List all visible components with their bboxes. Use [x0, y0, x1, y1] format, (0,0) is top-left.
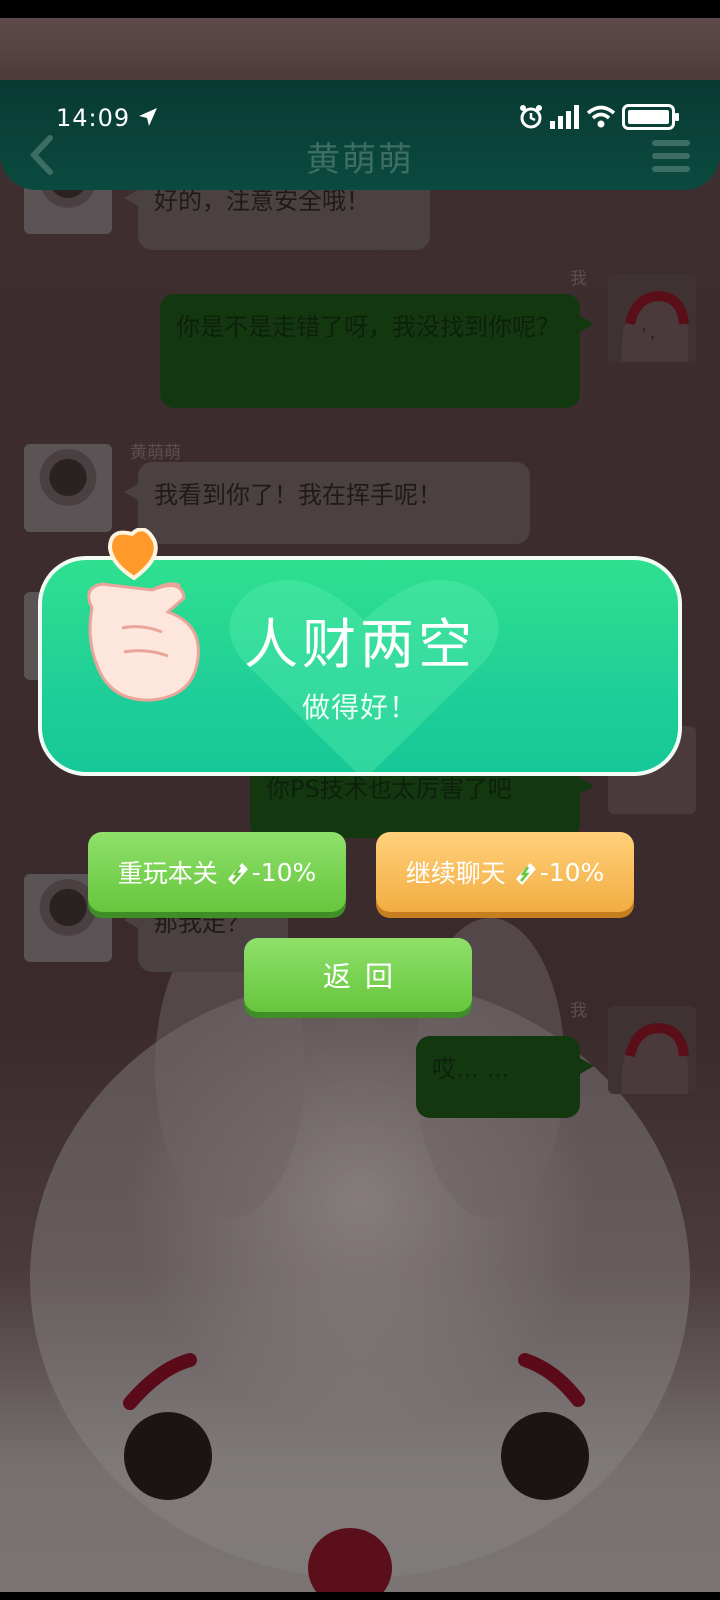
sender-name: 黄萌萌: [130, 443, 181, 463]
game-screen: 好的，注意安全哦！ 我 ' , 你是不是走错了呀，我没找到你呢？ 黄萌萌 我看到…: [0, 18, 720, 1592]
return-label: 返回: [322, 960, 407, 993]
signal-icon: [550, 105, 579, 129]
replay-cost: -10%: [251, 857, 317, 887]
cartoon-avatar-icon: [608, 1006, 696, 1094]
page-title: 黄萌萌: [306, 140, 414, 180]
message-bubble: 哎... ...: [416, 1036, 594, 1118]
app-header: 14:09 黄萌萌: [0, 80, 720, 190]
status-icons: [518, 102, 680, 132]
svg-text:' ,: ' ,: [642, 326, 655, 342]
continue-chat-button[interactable]: 继续聊天 -10%: [376, 832, 634, 912]
replay-label: 重玩本关: [117, 859, 218, 888]
sender-name: 我: [570, 1001, 587, 1021]
sender-name: 我: [570, 269, 587, 289]
continue-cost: -10%: [539, 857, 605, 887]
battery-icon: [622, 104, 679, 130]
wifi-icon: [586, 105, 616, 128]
return-button[interactable]: 返回: [244, 938, 472, 1012]
alarm-icon: [520, 105, 542, 129]
energy-ticket-icon: [515, 863, 536, 885]
continue-label: 继续聊天: [405, 859, 506, 888]
finger-heart-hand-icon: [87, 528, 200, 702]
location-arrow-icon: [139, 108, 157, 126]
message-bubble: 你是不是走错了呀，我没找到你呢？: [160, 294, 594, 408]
status-time: 14:09: [56, 104, 131, 132]
contact-avatar[interactable]: [24, 444, 112, 532]
my-avatar[interactable]: ' ,: [608, 274, 696, 362]
energy-ticket-icon: [227, 863, 248, 885]
my-avatar[interactable]: [608, 1006, 696, 1094]
replay-level-button[interactable]: 重玩本关 -10%: [88, 832, 346, 912]
menu-icon[interactable]: [652, 140, 690, 174]
cartoon-avatar-icon: ' ,: [608, 274, 696, 362]
